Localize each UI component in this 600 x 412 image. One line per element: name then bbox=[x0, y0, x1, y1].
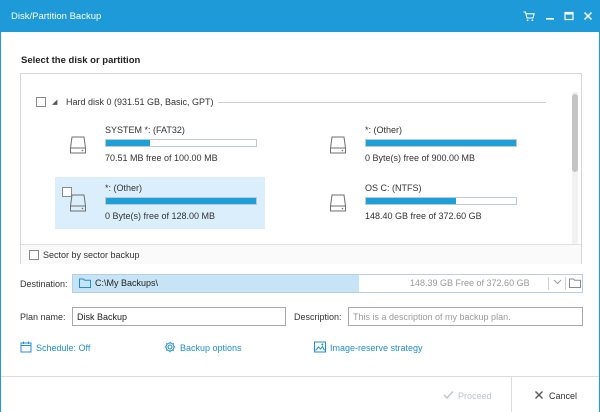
backup-options-label: Backup options bbox=[180, 343, 242, 353]
proceed-label: Proceed bbox=[458, 391, 492, 401]
partition-free: 0 Byte(s) free of 900.00 MB bbox=[365, 153, 476, 163]
partition-free: 148.40 GB free of 372.60 GB bbox=[365, 211, 482, 221]
disk-row[interactable]: ◢ Hard disk 0 (931.51 GB, Basic, GPT) bbox=[36, 96, 548, 110]
collapse-arrow-icon[interactable]: ◢ bbox=[52, 98, 57, 106]
plan-name-label: Plan name: bbox=[20, 312, 66, 322]
destination-free: 148.39 GB Free of 372.60 GB bbox=[410, 278, 530, 288]
partition-name: SYSTEM *: (FAT32) bbox=[105, 125, 185, 135]
cancel-label: Cancel bbox=[549, 391, 578, 401]
drive-icon bbox=[329, 135, 347, 155]
chevron-down-icon[interactable] bbox=[551, 277, 563, 288]
description-input[interactable] bbox=[348, 307, 583, 326]
scrollbar[interactable] bbox=[572, 92, 578, 250]
calendar-icon bbox=[20, 341, 32, 353]
footer: Proceed Cancel bbox=[1, 376, 599, 412]
gear-icon bbox=[164, 341, 176, 353]
destination-label: Destination: bbox=[20, 279, 68, 289]
check-icon bbox=[443, 391, 454, 400]
scroll-thumb[interactable] bbox=[572, 94, 578, 172]
proceed-button[interactable]: Proceed bbox=[431, 377, 511, 412]
drive-icon bbox=[69, 135, 87, 155]
close-icon[interactable] bbox=[579, 7, 597, 25]
close-icon bbox=[535, 391, 543, 399]
title-bar: Disk/Partition Backup bbox=[1, 1, 599, 32]
backup-window: Disk/Partition Backup Select the disk or… bbox=[0, 0, 600, 412]
cart-icon[interactable] bbox=[520, 7, 538, 25]
partition-name: *: (Other) bbox=[365, 125, 403, 135]
plan-name-input[interactable] bbox=[72, 307, 286, 326]
window-title: Disk/Partition Backup bbox=[11, 11, 102, 22]
disk-label: Hard disk 0 (931.51 GB, Basic, GPT) bbox=[66, 97, 214, 107]
partition-other[interactable]: *: (Other) 0 Byte(s) free of 900.00 MB bbox=[315, 119, 525, 171]
sector-backup-checkbox[interactable] bbox=[29, 250, 39, 260]
partition-name: *: (Other) bbox=[105, 183, 143, 193]
divider bbox=[218, 102, 546, 103]
usage-bar bbox=[105, 139, 257, 147]
usage-bar bbox=[365, 197, 517, 205]
section-title: Select the disk or partition bbox=[21, 55, 141, 66]
cancel-button[interactable]: Cancel bbox=[512, 377, 599, 412]
partition-system[interactable]: SYSTEM *: (FAT32) 70.51 MB free of 100.0… bbox=[55, 119, 265, 171]
usage-bar bbox=[365, 139, 517, 147]
destination-path: C:\My Backups\ bbox=[95, 278, 159, 288]
partition-name: OS C: (NTFS) bbox=[365, 183, 422, 193]
minimize-icon[interactable] bbox=[541, 7, 559, 25]
divider bbox=[548, 277, 549, 290]
partition-free: 0 Byte(s) free of 128.00 MB bbox=[105, 211, 216, 221]
drive-icon bbox=[69, 193, 87, 213]
sector-backup-row[interactable]: Sector by sector backup bbox=[21, 244, 581, 264]
sector-backup-label: Sector by sector backup bbox=[43, 250, 140, 260]
disk-checkbox[interactable] bbox=[36, 97, 46, 107]
folder-icon bbox=[79, 278, 91, 288]
disk-panel: ◢ Hard disk 0 (931.51 GB, Basic, GPT) SY… bbox=[20, 73, 582, 264]
partition-os-c[interactable]: OS C: (NTFS) 148.40 GB free of 372.60 GB bbox=[315, 177, 525, 229]
browse-folder-icon[interactable] bbox=[569, 278, 581, 288]
maximize-icon[interactable] bbox=[560, 7, 578, 25]
destination-field[interactable]: C:\My Backups\ 148.39 GB Free of 372.60 … bbox=[72, 274, 583, 293]
drive-icon bbox=[329, 193, 347, 213]
partition-free: 70.51 MB free of 100.00 MB bbox=[105, 153, 218, 163]
usage-bar bbox=[105, 197, 257, 205]
partition-other-selected[interactable]: *: (Other) 0 Byte(s) free of 128.00 MB bbox=[55, 177, 265, 229]
image-icon bbox=[314, 341, 326, 353]
description-label: Description: bbox=[294, 312, 342, 322]
divider bbox=[565, 277, 566, 290]
schedule-label: Schedule: Off bbox=[36, 343, 91, 353]
image-strategy-label: Image-reserve strategy bbox=[330, 343, 423, 353]
